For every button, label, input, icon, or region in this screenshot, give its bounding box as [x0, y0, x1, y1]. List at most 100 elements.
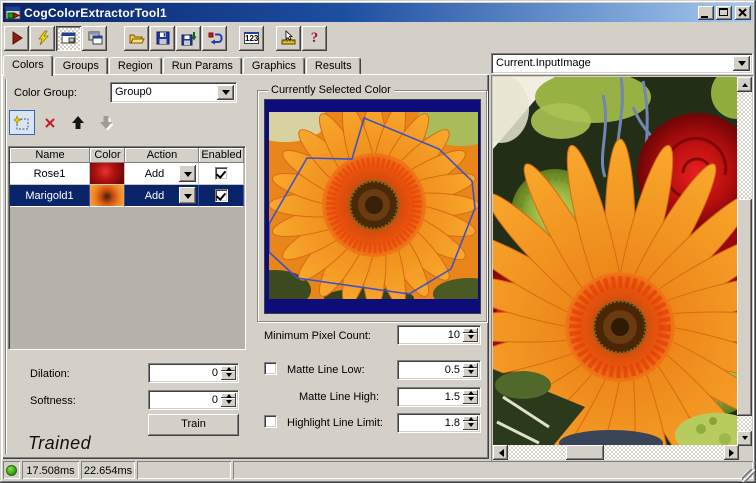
spin-down-button[interactable] [221, 371, 236, 380]
softness-spinner[interactable]: 0 [148, 390, 239, 410]
status-led-panel [3, 461, 20, 479]
action-dropdown-button[interactable] [179, 187, 196, 204]
minimize-button[interactable] [698, 5, 714, 20]
groupbox-title: Currently Selected Color [268, 84, 394, 96]
grid-header-color[interactable]: Color [90, 148, 125, 163]
softness-label: Softness: [30, 395, 76, 407]
matte-line-low-checkbox[interactable] [264, 362, 277, 375]
float-window-button[interactable] [82, 25, 107, 51]
lightning-icon [37, 30, 49, 46]
floppy-icon [156, 31, 169, 45]
live-run-button[interactable] [30, 25, 55, 51]
open-folder-icon [129, 34, 145, 44]
spin-down-icon [467, 370, 474, 377]
image-panel: Current.InputImage [491, 53, 754, 462]
tab-groups[interactable]: Groups [53, 57, 108, 75]
scroll-up-button[interactable] [737, 77, 752, 92]
open-button[interactable] [124, 25, 149, 51]
floating-window-icon [88, 31, 102, 45]
help-button[interactable]: ? [302, 25, 327, 51]
spin-down-icon [225, 400, 232, 407]
enabled-checkbox[interactable] [214, 189, 228, 202]
new-color-button[interactable] [9, 110, 35, 135]
cell-name: Rose1 [10, 163, 90, 185]
color-group-dropdown-button[interactable] [217, 85, 234, 100]
tab-graphics[interactable]: Graphics [242, 57, 305, 75]
reset-button[interactable] [202, 25, 227, 51]
grid-header-action[interactable]: Action [125, 148, 199, 163]
table-row-marigold1[interactable]: Marigold1 Add [10, 185, 245, 207]
run-button[interactable] [4, 25, 29, 51]
spin-down-button[interactable] [463, 421, 478, 430]
arrow-down-icon [100, 116, 113, 130]
app-window: CogColorExtractorTool1 123 ? Colors Grou… [0, 0, 756, 483]
status-bar: 17.508ms 22.654ms [3, 460, 753, 480]
color-list-toolbar [9, 110, 121, 136]
selected-color-display[interactable] [264, 99, 481, 314]
results-123-button[interactable]: 123 [239, 25, 264, 51]
action-value: Add [144, 189, 165, 202]
tab-region[interactable]: Region [108, 57, 162, 75]
numbers-icon: 123 [244, 32, 259, 44]
spin-up-icon [467, 388, 474, 395]
spin-down-button[interactable] [463, 395, 478, 404]
spin-down-button[interactable] [463, 368, 478, 377]
matte-line-low-label: Matte Line Low: [287, 364, 365, 376]
spin-up-icon [225, 364, 232, 371]
spin-up-icon [467, 326, 474, 333]
main-toolbar: 123 ? [4, 24, 752, 52]
maximize-button[interactable] [716, 5, 732, 20]
minimize-icon [701, 15, 708, 18]
grid-header-enabled[interactable]: Enabled [199, 148, 244, 163]
matte-line-high-spinner[interactable]: 1.5 [397, 387, 481, 407]
image-source-value: Current.InputImage [496, 57, 591, 69]
window-title: CogColorExtractorTool1 [24, 5, 167, 20]
close-button[interactable] [735, 5, 751, 20]
save-button[interactable] [150, 25, 175, 51]
move-up-button[interactable] [65, 110, 91, 135]
train-button[interactable]: Train [148, 414, 239, 436]
show-image-panel-button[interactable] [56, 25, 81, 51]
tab-results[interactable]: Results [305, 57, 361, 75]
color-group-combobox[interactable]: Group0 [110, 82, 237, 103]
status-time-2: 22.654ms [81, 461, 135, 479]
enabled-checkbox[interactable] [214, 167, 228, 180]
input-image-display[interactable] [491, 75, 754, 462]
app-icon [5, 6, 21, 19]
image-source-dropdown-button[interactable] [733, 56, 750, 71]
dilation-spinner[interactable]: 0 [148, 363, 239, 383]
vertical-scroll-thumb[interactable] [737, 199, 752, 416]
tab-colors[interactable]: Colors [3, 55, 53, 76]
resize-grip[interactable] [742, 469, 755, 482]
horizontal-scrollbar[interactable] [493, 445, 739, 460]
scroll-right-button[interactable] [724, 445, 739, 460]
action-dropdown-button[interactable] [179, 165, 196, 182]
spin-down-button[interactable] [221, 398, 236, 407]
chevron-down-icon [183, 193, 192, 203]
trained-status-text: Trained [28, 433, 92, 453]
image-source-combobox[interactable]: Current.InputImage [491, 53, 753, 74]
cell-name: Marigold1 [10, 185, 90, 207]
cell-enabled [199, 185, 244, 207]
min-pixel-count-spinner[interactable]: 10 [397, 325, 481, 345]
scroll-down-button[interactable] [737, 431, 752, 446]
scroll-left-button[interactable] [493, 445, 508, 460]
play-icon [12, 31, 23, 45]
save-as-button[interactable] [176, 25, 201, 51]
horizontal-scroll-thumb[interactable] [566, 445, 604, 460]
spin-up-icon [467, 361, 474, 368]
spin-down-button[interactable] [463, 333, 478, 342]
matte-line-low-spinner[interactable]: 0.5 [397, 360, 481, 380]
highlight-line-limit-checkbox[interactable] [264, 415, 277, 428]
scroll-right-icon [728, 448, 738, 457]
min-pixel-count-label: Minimum Pixel Count: [264, 330, 371, 342]
tab-run-params[interactable]: Run Params [162, 57, 242, 75]
move-down-button[interactable] [93, 110, 119, 135]
title-bar[interactable]: CogColorExtractorTool1 [3, 3, 753, 22]
highlight-line-limit-spinner[interactable]: 1.8 [397, 413, 481, 433]
table-row-rose1[interactable]: Rose1 Add [10, 163, 245, 185]
grid-header-name[interactable]: Name [10, 148, 90, 163]
delete-color-button[interactable] [37, 110, 63, 135]
position-tool-button[interactable] [276, 25, 301, 51]
vertical-scrollbar[interactable] [737, 77, 752, 446]
